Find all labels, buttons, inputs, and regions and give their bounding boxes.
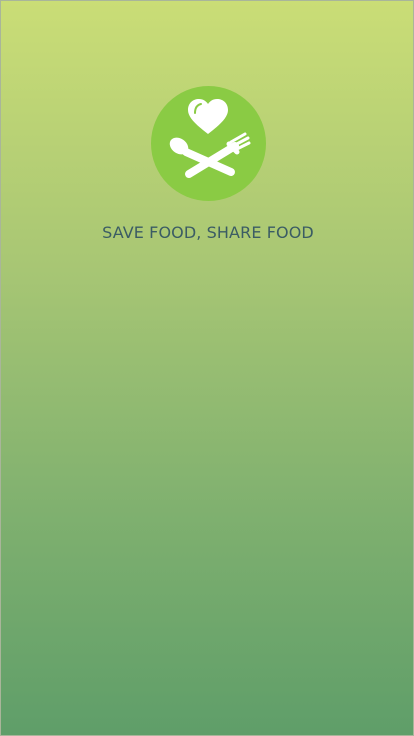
app-logo	[151, 86, 266, 201]
splash-screen: SAVE FOOD, SHARE FOOD	[0, 0, 414, 736]
heart-spoon-fork-icon	[169, 99, 251, 178]
app-tagline: SAVE FOOD, SHARE FOOD	[102, 223, 314, 242]
